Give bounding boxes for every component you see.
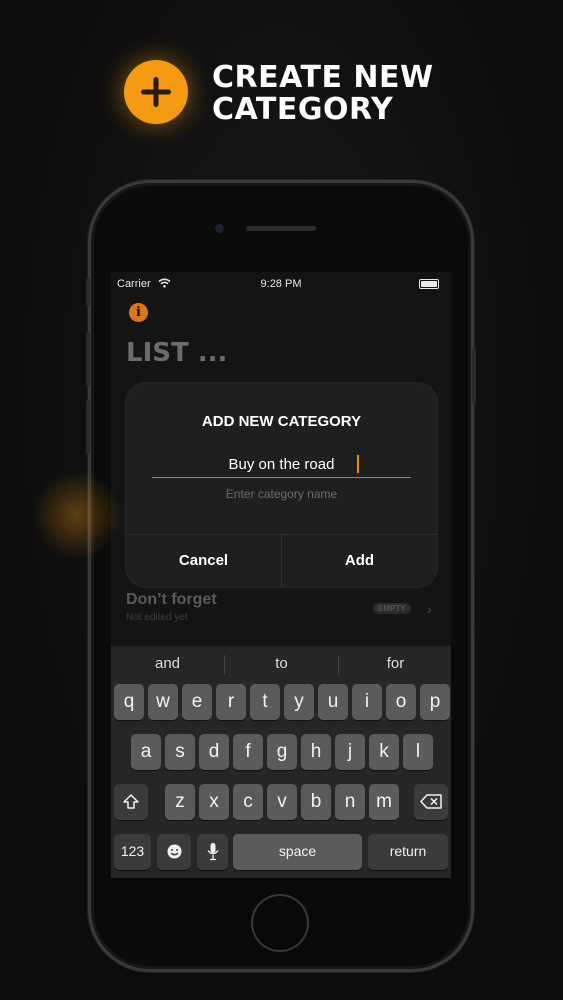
backspace-key[interactable] [414, 784, 448, 820]
key-g[interactable]: g [267, 734, 297, 770]
info-icon[interactable]: i [129, 303, 148, 322]
key-k[interactable]: k [369, 734, 399, 770]
status-badge: EMPTY [373, 603, 411, 614]
backspace-icon [420, 794, 442, 809]
promo-title-line2: CATEGORY [212, 92, 394, 127]
add-button[interactable]: Add [282, 535, 437, 587]
power-button [472, 348, 476, 404]
status-bar: Carrier 9:28 PM [111, 272, 451, 294]
key-v[interactable]: v [267, 784, 297, 820]
key-a[interactable]: a [131, 734, 161, 770]
key-m[interactable]: m [369, 784, 399, 820]
volume-down-button [86, 400, 90, 454]
page-title: LIST ... [126, 338, 228, 368]
list-item-subtitle: Not edited yet [126, 612, 188, 623]
suggestion-3[interactable]: for [339, 646, 451, 682]
return-key[interactable]: return [368, 834, 448, 870]
suggestion-2[interactable]: to [225, 646, 338, 682]
chevron-right-icon[interactable]: › [427, 601, 432, 617]
microphone-icon [206, 843, 219, 861]
key-h[interactable]: h [301, 734, 331, 770]
promo-title-line1: CREATE NEW [212, 60, 434, 95]
phone-screen: Carrier 9:28 PM i LIST ... Don’t forget … [111, 272, 451, 878]
key-e[interactable]: e [182, 684, 212, 720]
keyboard: and to for qwertyuiop asdfghjkl zxcvbnm [111, 646, 451, 878]
emoji-key[interactable] [157, 834, 191, 870]
key-n[interactable]: n [335, 784, 365, 820]
phone-frame: Carrier 9:28 PM i LIST ... Don’t forget … [86, 180, 476, 972]
volume-up-button [86, 332, 90, 386]
key-w[interactable]: w [148, 684, 178, 720]
dictation-key[interactable] [197, 834, 228, 870]
key-i[interactable]: i [352, 684, 382, 720]
earpiece-speaker [246, 226, 316, 231]
key-q[interactable]: q [114, 684, 144, 720]
numbers-key[interactable]: 123 [114, 834, 151, 870]
list-item-title[interactable]: Don’t forget [126, 591, 217, 609]
cancel-button[interactable]: Cancel [126, 535, 281, 587]
category-name-input[interactable] [152, 451, 411, 478]
space-key[interactable]: space [233, 834, 362, 870]
battery-icon [419, 279, 439, 289]
key-p[interactable]: p [420, 684, 450, 720]
add-category-dialog: ADD NEW CATEGORY Enter category name Can… [126, 383, 437, 587]
app-store-screenshot: CREATE NEW CATEGORY Carrier 9:28 PM i LI… [0, 0, 563, 1000]
input-hint: Enter category name [225, 487, 338, 501]
text-caret [357, 455, 359, 473]
status-time: 9:28 PM [260, 278, 302, 290]
suggestion-1[interactable]: and [111, 646, 224, 682]
key-s[interactable]: s [165, 734, 195, 770]
key-j[interactable]: j [335, 734, 365, 770]
key-b[interactable]: b [301, 784, 331, 820]
key-o[interactable]: o [386, 684, 416, 720]
key-x[interactable]: x [199, 784, 229, 820]
key-d[interactable]: d [199, 734, 229, 770]
key-y[interactable]: y [284, 684, 314, 720]
key-c[interactable]: c [233, 784, 263, 820]
key-t[interactable]: t [250, 684, 280, 720]
key-f[interactable]: f [233, 734, 263, 770]
key-z[interactable]: z [165, 784, 195, 820]
dialog-title: ADD NEW CATEGORY [201, 413, 362, 430]
key-l[interactable]: l [403, 734, 433, 770]
emoji-icon [167, 844, 181, 859]
home-button[interactable] [251, 894, 309, 952]
mute-switch [86, 278, 90, 306]
plus-icon [124, 60, 188, 124]
shift-key[interactable] [114, 784, 148, 820]
promo-title: CREATE NEW CATEGORY [212, 62, 512, 126]
key-u[interactable]: u [318, 684, 348, 720]
key-r[interactable]: r [216, 684, 246, 720]
front-camera [215, 224, 224, 233]
shift-icon [123, 794, 139, 809]
